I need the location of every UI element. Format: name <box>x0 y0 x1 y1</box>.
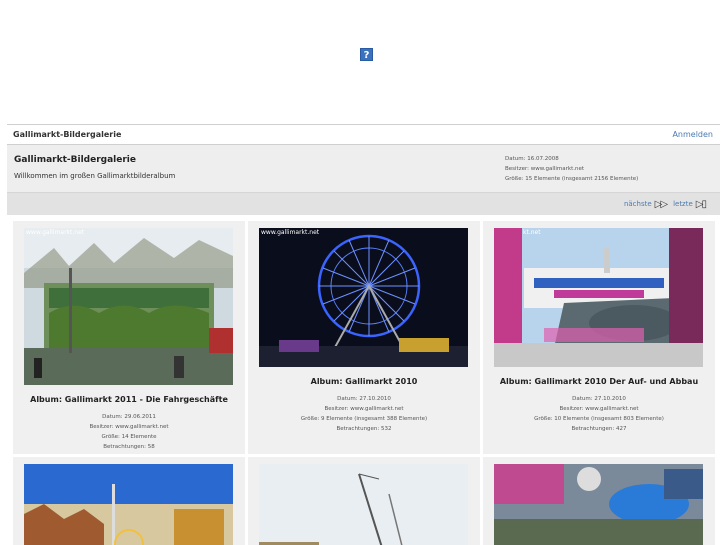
album-meta-size: Größe: 15 Elemente (insgesamt 2156 Eleme… <box>505 176 639 182</box>
album-card-title[interactable]: Album: Gallimarkt 2011 - Die Fahrgeschäf… <box>13 395 245 404</box>
thumbnail-watermark: www.gallimarkt.net <box>261 229 320 236</box>
login-link[interactable]: Anmelden <box>672 130 713 139</box>
album-meta-owner: Besitzer: www.gallimarkt.net <box>505 166 585 172</box>
album-meta-date: Datum: 16.07.2008 <box>505 156 559 162</box>
next-arrow-icon[interactable]: ▷▷ <box>655 199 668 210</box>
album-card-meta: Datum: 27.10.2010 Besitzer: www.gallimar… <box>248 394 480 434</box>
card-meta-views: Betrachtungen: 427 <box>571 426 627 432</box>
card-meta-date: Datum: 29.06.2011 <box>102 414 156 420</box>
card-meta-size: Größe: 14 Elemente <box>101 434 157 440</box>
album-card[interactable]: kt.net Album: Gallimarkt 2010 Der Auf- u… <box>483 221 715 454</box>
card-meta-owner: Besitzer: www.gallimarkt.net <box>559 406 639 412</box>
album-card-meta: Datum: 27.10.2010 Besitzer: www.gallimar… <box>483 394 715 434</box>
album-thumbnail-fahrgeschaefte[interactable] <box>24 228 233 385</box>
card-meta-owner: Besitzer: www.gallimarkt.net <box>324 406 404 412</box>
card-meta-size: Größe: 9 Elemente (insgesamt 388 Element… <box>300 416 428 422</box>
last-arrow-icon[interactable]: ▷▯ <box>696 199 707 210</box>
thumbnail-watermark: www.gallimarkt.net <box>26 229 85 236</box>
card-meta-views: Betrachtungen: 58 <box>103 444 155 450</box>
last-link[interactable]: letzte <box>673 200 693 208</box>
album-thumbnail[interactable] <box>259 464 468 545</box>
album-description: Willkommen im großen Gallimarktbilderalb… <box>14 172 176 180</box>
gallery: Gallimarkt-Bildergalerie Anmelden Gallim… <box>7 124 720 545</box>
album-meta: Datum: 16.07.2008 Besitzer: www.gallimar… <box>505 154 638 184</box>
album-title: Gallimarkt-Bildergalerie <box>14 155 136 165</box>
album-card[interactable] <box>13 457 245 545</box>
album-thumbnail-auf-und-abbau[interactable] <box>494 228 703 367</box>
album-thumbnail-gallimarkt-2010[interactable] <box>259 228 468 367</box>
album-card[interactable]: www.gallimarkt.net Album: Gallimarkt 201… <box>13 221 245 454</box>
card-meta-size: Größe: 10 Elemente (insgesamt 803 Elemen… <box>534 416 664 422</box>
album-card-title[interactable]: Album: Gallimarkt 2010 Der Auf- und Abba… <box>483 377 715 386</box>
album-grid: www.gallimarkt.net Album: Gallimarkt 201… <box>7 215 720 545</box>
album-card[interactable]: www.gallimarkt.net Album: Gallimarkt 201… <box>248 221 480 454</box>
album-card-title[interactable]: Album: Gallimarkt 2010 <box>248 377 480 386</box>
card-meta-date: Datum: 27.10.2010 <box>337 396 391 402</box>
album-card[interactable] <box>248 457 480 545</box>
next-link[interactable]: nächste <box>624 200 652 208</box>
pagination-bar: nächste ▷▷ letzte ▷▯ <box>7 193 720 215</box>
card-meta-owner: Besitzer: www.gallimarkt.net <box>89 424 169 430</box>
album-thumbnail[interactable] <box>24 464 233 545</box>
card-meta-date: Datum: 27.10.2010 <box>572 396 626 402</box>
card-meta-views: Betrachtungen: 532 <box>336 426 392 432</box>
album-header: Gallimarkt-Bildergalerie Willkommen im g… <box>7 145 720 193</box>
help-icon[interactable]: ? <box>360 48 373 61</box>
gallery-title: Gallimarkt-Bildergalerie <box>13 130 122 139</box>
album-card-meta: Datum: 29.06.2011 Besitzer: www.gallimar… <box>13 412 245 452</box>
thumbnail-watermark: kt.net <box>523 229 541 236</box>
album-thumbnail[interactable] <box>494 464 703 545</box>
gallery-topbar: Gallimarkt-Bildergalerie Anmelden <box>7 124 720 145</box>
album-card[interactable] <box>483 457 715 545</box>
